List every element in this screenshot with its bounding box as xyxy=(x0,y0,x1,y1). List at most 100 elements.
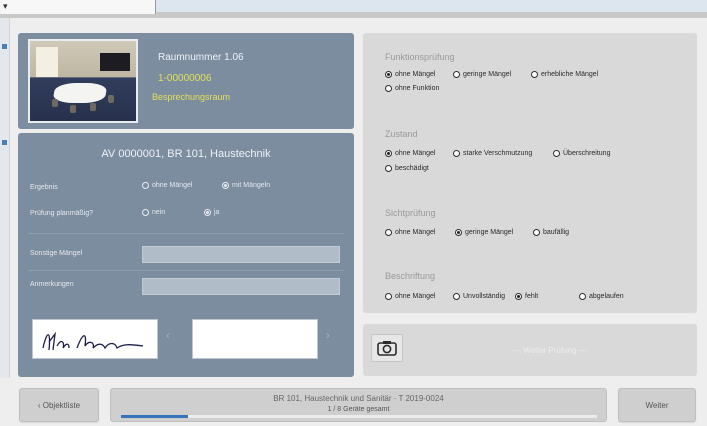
radio-label: fehlt xyxy=(525,293,539,300)
funktion-option-4[interactable]: ohne Funktion xyxy=(385,85,439,92)
progress-track xyxy=(121,415,597,418)
radio-label: geringe Mängel xyxy=(463,71,512,78)
radio-label: ohne Funktion xyxy=(395,85,440,92)
chevron-right-icon[interactable]: › xyxy=(326,330,330,342)
radio-selected-icon xyxy=(515,293,522,300)
room-id: 1-00000006 xyxy=(158,73,212,84)
radio-label: ohne Mängel xyxy=(395,150,436,157)
status-title: BR 101, Haustechnik und Sanitär · T 2019… xyxy=(273,394,444,403)
photo-chair xyxy=(108,95,114,103)
photo-chair xyxy=(52,99,58,107)
zustand-option-2[interactable]: starke Verschmutzung xyxy=(453,150,532,157)
radio-label: ohne Mängel xyxy=(395,229,436,236)
form-title: AV 0000001, BR 101, Haustechnik xyxy=(101,148,271,160)
photo-window xyxy=(36,47,58,77)
room-photo xyxy=(28,39,138,123)
radio-label: baufällig xyxy=(543,229,570,236)
funktion-option-1[interactable]: ohne Mängel xyxy=(385,71,435,78)
radio-icon xyxy=(453,150,460,157)
next-button[interactable]: Weiter xyxy=(618,388,696,422)
object-list-button[interactable]: ‹ Objektliste xyxy=(19,388,99,422)
pruefung-option-ja[interactable]: ja xyxy=(204,209,219,216)
zustand-option-4[interactable]: beschädigt xyxy=(385,165,429,172)
room-name: Raumnummer 1.06 xyxy=(158,52,244,63)
radio-icon xyxy=(142,209,149,216)
beschriftung-option-1[interactable]: ohne Mängel xyxy=(385,293,435,300)
sonstige-maengel-input[interactable] xyxy=(142,246,340,263)
radio-label: geringe Mängel xyxy=(465,229,514,236)
radio-label: Überschreitung xyxy=(563,150,611,157)
radio-label: erhebliche Mängel xyxy=(541,71,599,78)
radio-label: Unvollständig xyxy=(463,293,506,300)
divider xyxy=(28,270,344,271)
beschriftung-option-4[interactable]: abgelaufen xyxy=(579,293,624,300)
sonstige-maengel-label: Sonstige Mängel xyxy=(30,250,83,257)
radio-selected-icon xyxy=(385,150,392,157)
photo-chair xyxy=(90,103,96,111)
beschriftung-option-2[interactable]: Unvollständig xyxy=(453,293,505,300)
radio-icon xyxy=(385,293,392,300)
chevron-down-icon[interactable]: ▾ xyxy=(3,1,8,12)
signature-box[interactable] xyxy=(32,319,158,359)
radio-label: mit Mängeln xyxy=(232,182,271,189)
radio-icon xyxy=(533,229,540,236)
progress-fill xyxy=(121,415,188,418)
photo-chair xyxy=(70,105,76,113)
section-title-funktion: Funktionsprüfung xyxy=(385,52,455,62)
section-title-sicht: Sichtprüfung xyxy=(385,208,436,218)
pruefung-label: Prüfung planmäßig? xyxy=(30,210,94,217)
sicht-option-1[interactable]: ohne Mängel xyxy=(385,229,435,236)
signature-box-2[interactable] xyxy=(192,319,318,359)
radio-icon xyxy=(142,182,149,189)
divider xyxy=(28,233,344,234)
radio-label: ohne Mängel xyxy=(395,71,436,78)
radio-selected-icon xyxy=(222,182,229,189)
radio-label: ohne Mängel xyxy=(395,293,436,300)
radio-selected-icon xyxy=(385,71,392,78)
radio-label: starke Verschmutzung xyxy=(463,150,533,157)
radio-selected-icon xyxy=(204,209,211,216)
room-header-panel: Raumnummer 1.06 1-00000006 Besprechungsr… xyxy=(18,33,354,129)
radio-icon xyxy=(453,71,460,78)
radio-icon xyxy=(531,71,538,78)
radio-selected-icon xyxy=(455,229,462,236)
left-edge-list xyxy=(0,18,10,378)
next-inspection-label: — Weiter Prüfung — xyxy=(513,346,587,355)
funktion-option-2[interactable]: geringe Mängel xyxy=(453,71,511,78)
radio-icon xyxy=(553,150,560,157)
signature-graphic xyxy=(42,331,144,351)
ergebnis-option-mit[interactable]: mit Mängeln xyxy=(222,182,270,189)
radio-icon xyxy=(385,85,392,92)
radio-label: beschädigt xyxy=(395,165,429,172)
funktion-option-3[interactable]: erhebliche Mängel xyxy=(531,71,598,78)
list-marker-icon xyxy=(2,44,7,49)
anmerkungen-label: Anmerkungen xyxy=(30,281,74,288)
list-marker-icon xyxy=(2,140,7,145)
window-topbar: ▾ xyxy=(0,0,707,18)
anmerkungen-input[interactable] xyxy=(142,278,340,295)
title-area xyxy=(156,0,707,12)
status-bar: BR 101, Haustechnik und Sanitär · T 2019… xyxy=(110,388,607,422)
camera-button[interactable] xyxy=(371,334,403,362)
tab-strip[interactable]: ▾ xyxy=(0,0,156,14)
photo-screen xyxy=(100,53,130,71)
chevron-left-icon[interactable]: ‹ xyxy=(166,330,170,342)
zustand-option-1[interactable]: ohne Mängel xyxy=(385,150,435,157)
sicht-option-3[interactable]: baufällig xyxy=(533,229,569,236)
checklist-panel: Funktionsprüfung ohne Mängel geringe Män… xyxy=(363,33,697,313)
radio-icon xyxy=(453,293,460,300)
radio-label: ohne Mängel xyxy=(152,182,193,189)
radio-icon xyxy=(579,293,586,300)
zustand-option-3[interactable]: Überschreitung xyxy=(553,150,610,157)
radio-icon xyxy=(385,229,392,236)
beschriftung-option-3[interactable]: fehlt xyxy=(515,293,538,300)
inspection-form-panel: AV 0000001, BR 101, Haustechnik Ergebnis… xyxy=(18,133,354,377)
action-panel: — Weiter Prüfung — xyxy=(363,324,697,376)
ergebnis-option-ohne[interactable]: ohne Mängel xyxy=(142,182,192,189)
section-title-beschriftung: Beschriftung xyxy=(385,271,436,281)
room-type: Besprechungsraum xyxy=(152,92,231,102)
pruefung-option-nein[interactable]: nein xyxy=(142,209,165,216)
section-title-zustand: Zustand xyxy=(385,129,418,139)
sicht-option-2[interactable]: geringe Mängel xyxy=(455,229,513,236)
radio-label: ja xyxy=(214,209,220,216)
